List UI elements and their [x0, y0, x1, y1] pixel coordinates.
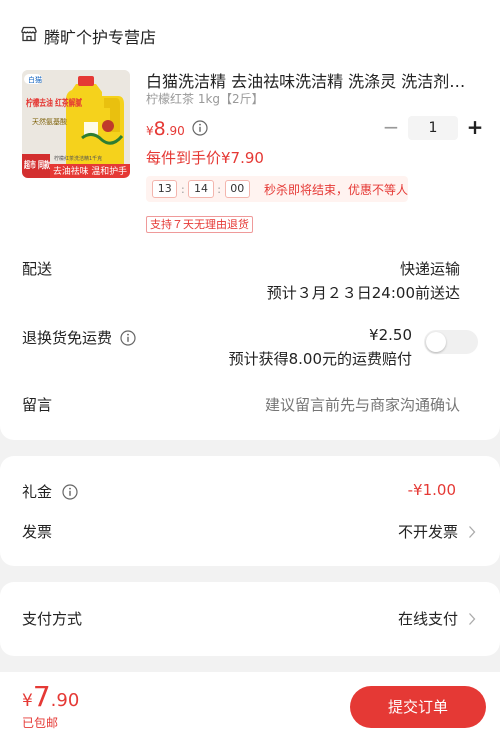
return-insurance-label: 退换货免运费 — [22, 329, 113, 347]
quantity-plus-button[interactable]: + — [464, 117, 486, 139]
product-image-badge: 超市 同款 — [23, 159, 50, 171]
shipping-note: 已包邮 — [22, 716, 59, 730]
payment-card: 支付方式 在线支付 — [0, 582, 500, 656]
message-input[interactable] — [210, 396, 460, 414]
payment-selector[interactable]: 在线支付 — [398, 608, 476, 629]
return-insurance-note: 预计获得8.00元的运费赔付 — [228, 350, 412, 368]
product-image-small: 柠檬红茶洗洁精1千克 — [54, 155, 102, 162]
discount-card: 礼金 -¥1.00 发票 不开发票 — [0, 456, 500, 566]
chevron-right-icon — [468, 612, 476, 626]
product-spec[interactable]: 柠檬红茶 1kg【2斤】 — [146, 90, 264, 107]
promo-price: 每件到手价¥7.90 — [146, 149, 264, 167]
total-currency: ¥ — [22, 691, 33, 711]
countdown-banner: 13 : 14 : 00 秒杀即将结束，优惠不等人 — [146, 176, 408, 202]
countdown-seconds: 00 — [224, 180, 251, 198]
submit-order-button[interactable]: 提交订单 — [350, 686, 486, 728]
total-price: ¥7.90 — [22, 680, 79, 713]
message-label: 留言 — [22, 396, 53, 414]
invoice-selector[interactable]: 不开发票 — [398, 521, 476, 542]
chevron-right-icon — [468, 525, 476, 539]
store-icon — [20, 25, 38, 47]
product-image-subtitle: 天然氨基酸 — [32, 117, 67, 126]
product-image-headline: 柠檬去油 红茶解腻 — [26, 97, 82, 109]
product-image[interactable]: 白猫 柠檬去油 红茶解腻 天然氨基酸 超市 同款 去油祛味 温和护手 柠檬红茶洗… — [22, 70, 130, 178]
quantity-stepper: − 1 + — [380, 116, 486, 140]
product-price: ¥8.90 — [146, 118, 185, 140]
total-decimal: .90 — [50, 690, 80, 711]
countdown-message: 秒杀即将结束，优惠不等人 — [264, 182, 409, 197]
return-insurance-price: ¥2.50 — [369, 326, 412, 344]
price-currency: ¥ — [146, 124, 154, 138]
return-insurance-row: 退换货免运费 — [22, 327, 136, 348]
total-integer: 7 — [32, 680, 51, 713]
gift-value: -¥1.00 — [407, 481, 456, 499]
payment-value: 在线支付 — [397, 610, 458, 628]
store-header[interactable]: 腾旷个护专营店 — [20, 24, 156, 48]
countdown-colon: : — [181, 182, 185, 196]
quantity-minus-button[interactable]: − — [380, 117, 402, 139]
gift-row: 礼金 — [22, 481, 78, 502]
return-insurance-toggle[interactable] — [424, 330, 478, 354]
quantity-value[interactable]: 1 — [408, 116, 458, 140]
product-image-footer: 去油祛味 温和护手 — [53, 165, 127, 177]
invoice-label: 发票 — [22, 523, 53, 541]
store-name: 腾旷个护专营店 — [44, 28, 157, 47]
return-policy-tag: 支持７天无理由退货 — [146, 216, 253, 233]
countdown-hours: 13 — [152, 180, 178, 198]
product-image-brand: 白猫 — [28, 75, 42, 84]
delivery-method[interactable]: 快递运输 — [400, 258, 460, 279]
payment-label: 支付方式 — [22, 610, 83, 628]
delivery-label: 配送 — [22, 260, 53, 278]
toggle-knob — [426, 332, 446, 352]
price-integer: 8 — [153, 118, 166, 140]
invoice-value: 不开发票 — [397, 523, 458, 541]
countdown-minutes: 14 — [188, 180, 214, 198]
order-card: 腾旷个护专营店 白猫 柠檬去油 红茶解腻 天然氨基酸 超市 同款 去油祛味 温和… — [0, 0, 500, 440]
checkout-bar: ¥7.90 已包邮 提交订单 — [0, 672, 500, 735]
delivery-estimate: 预计３月２３日24:00前送达 — [266, 284, 460, 302]
product-title[interactable]: 白猫洗洁精 去油祛味洗洁精 洗涤灵 洗洁剂… — [146, 68, 466, 92]
price-info-icon[interactable] — [192, 120, 208, 140]
gift-label: 礼金 — [22, 483, 53, 501]
price-decimal: .90 — [165, 124, 185, 138]
gift-info-icon[interactable] — [62, 483, 78, 500]
countdown-colon: : — [217, 182, 221, 196]
return-insurance-info-icon[interactable] — [120, 329, 136, 346]
